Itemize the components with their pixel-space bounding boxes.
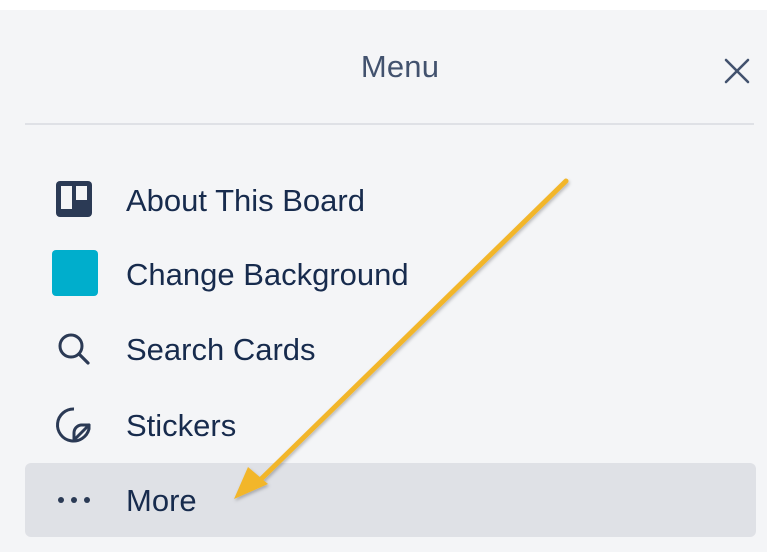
menu-item-label: More (126, 483, 197, 518)
more-icon (51, 477, 97, 523)
menu-item-change-background[interactable]: Change Background (25, 237, 756, 311)
board-menu-panel: Menu About This Board Change Background (0, 10, 767, 552)
menu-item-about-board[interactable]: About This Board (25, 163, 756, 237)
menu-item-more[interactable]: More (25, 463, 756, 537)
background-swatch-icon (52, 250, 98, 296)
board-icon (51, 177, 97, 223)
sticker-icon (51, 402, 97, 448)
header-divider (25, 123, 754, 125)
menu-header: Menu (0, 10, 767, 123)
close-button[interactable] (718, 52, 756, 90)
menu-item-label: Change Background (126, 257, 409, 292)
close-icon (724, 58, 750, 84)
menu-item-search-cards[interactable]: Search Cards (25, 312, 756, 386)
menu-item-label: About This Board (126, 183, 365, 218)
menu-item-stickers[interactable]: Stickers (25, 388, 756, 462)
menu-item-label: Search Cards (126, 332, 316, 367)
search-icon (51, 326, 97, 372)
menu-item-label: Stickers (126, 408, 237, 443)
menu-title: Menu (360, 49, 440, 84)
